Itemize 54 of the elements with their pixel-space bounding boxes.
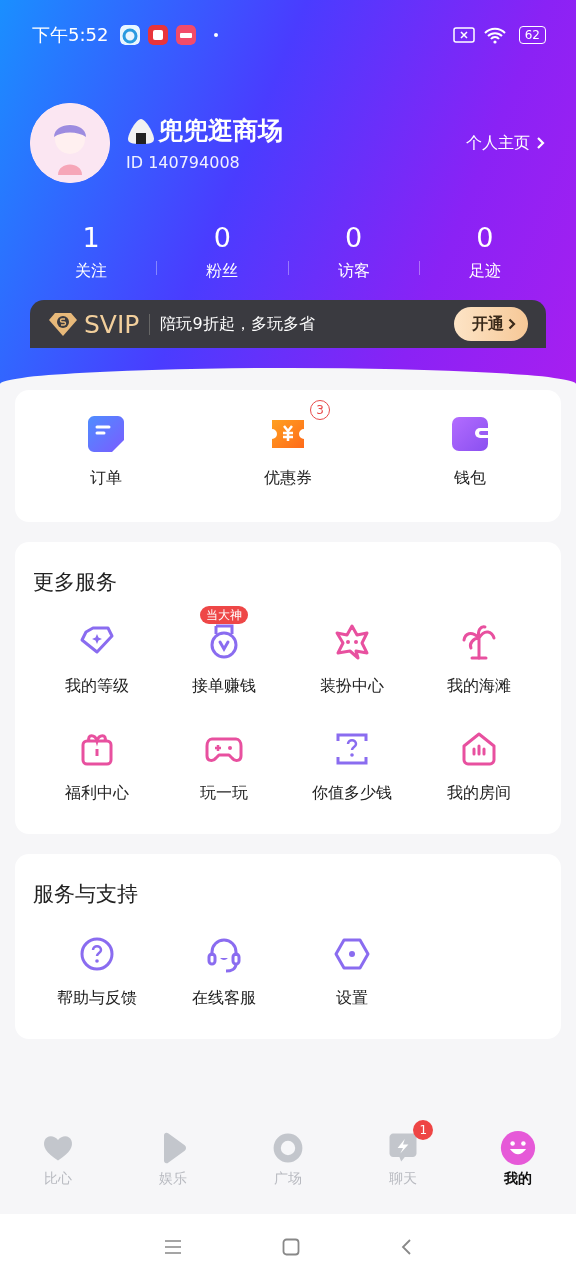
service-item[interactable]: 你值多少钱	[288, 709, 416, 804]
status-time: 下午5:52	[32, 23, 109, 47]
section-title: 更多服务	[33, 569, 118, 596]
home-square-icon[interactable]	[282, 1238, 300, 1256]
service-item[interactable]: 我的海滩	[415, 602, 543, 697]
chevron-icon	[536, 136, 546, 150]
subscribe-button[interactable]: 开通	[454, 307, 528, 341]
service-item[interactable]: 玩一玩	[160, 709, 288, 804]
service-item[interactable]: 福利中心	[33, 709, 161, 804]
app-notification-icon	[120, 25, 141, 45]
back-icon[interactable]	[400, 1238, 412, 1256]
user-name: 兜兜逛商场	[158, 115, 283, 147]
section-title: 服务与支持	[33, 881, 139, 908]
sim-off-icon	[452, 26, 475, 44]
notification-dot	[214, 33, 219, 37]
menu-icon[interactable]	[164, 1239, 182, 1255]
chevron-icon	[508, 318, 516, 330]
service-item[interactable]: 设置	[288, 914, 416, 1009]
battery-level: 62	[518, 26, 546, 44]
quick-action[interactable]: 订单	[15, 396, 197, 498]
stat-label[interactable]: 关注	[75, 261, 108, 282]
service-item[interactable]: 当大神 接单赚钱	[160, 602, 288, 697]
diamond-s-icon	[48, 311, 78, 337]
service-item[interactable]: 帮助与反馈	[33, 914, 161, 1009]
nav-tab[interactable]: 我的	[460, 1118, 576, 1188]
stat-label[interactable]: 粉丝	[206, 261, 239, 282]
stat-count[interactable]: 0	[345, 223, 363, 253]
profile-link[interactable]: 个人主页	[466, 132, 546, 154]
quick-action[interactable]: 钱包	[379, 396, 561, 498]
stat-count[interactable]: 0	[213, 223, 231, 253]
wallet-icon	[450, 414, 490, 454]
user-id: ID 140794008	[126, 153, 241, 172]
smiley-icon	[500, 1130, 537, 1166]
promo-tag: 当大神	[200, 606, 249, 624]
wifi-icon	[482, 26, 507, 44]
stat-label[interactable]: 访客	[337, 261, 370, 282]
app-notification-icon	[176, 25, 197, 45]
service-item[interactable]: 我的房间	[415, 709, 543, 804]
stat-count[interactable]: 1	[82, 223, 100, 253]
svip-banner[interactable]: SVIP 陪玩9折起，多玩多省 开通	[30, 300, 546, 348]
stat-label[interactable]: 足迹	[468, 261, 501, 282]
nav-tab[interactable]: 1 聊天	[345, 1118, 461, 1188]
count-badge: 3	[310, 400, 330, 420]
app-notification-icon	[148, 25, 169, 45]
service-item[interactable]: 在线客服	[160, 914, 288, 1009]
service-item[interactable]: 我的等级	[33, 602, 161, 697]
avatar-icon	[30, 103, 110, 183]
service-item[interactable]: 装扮中心	[288, 602, 416, 697]
svip-title: SVIP	[84, 309, 140, 339]
svip-promo-text: 陪玩9折起，多玩多省	[149, 313, 454, 335]
document-icon	[86, 414, 126, 454]
stat-count[interactable]: 0	[476, 223, 494, 253]
unread-badge: 1	[413, 1120, 434, 1140]
quick-action[interactable]: 3 优惠券	[197, 396, 379, 498]
